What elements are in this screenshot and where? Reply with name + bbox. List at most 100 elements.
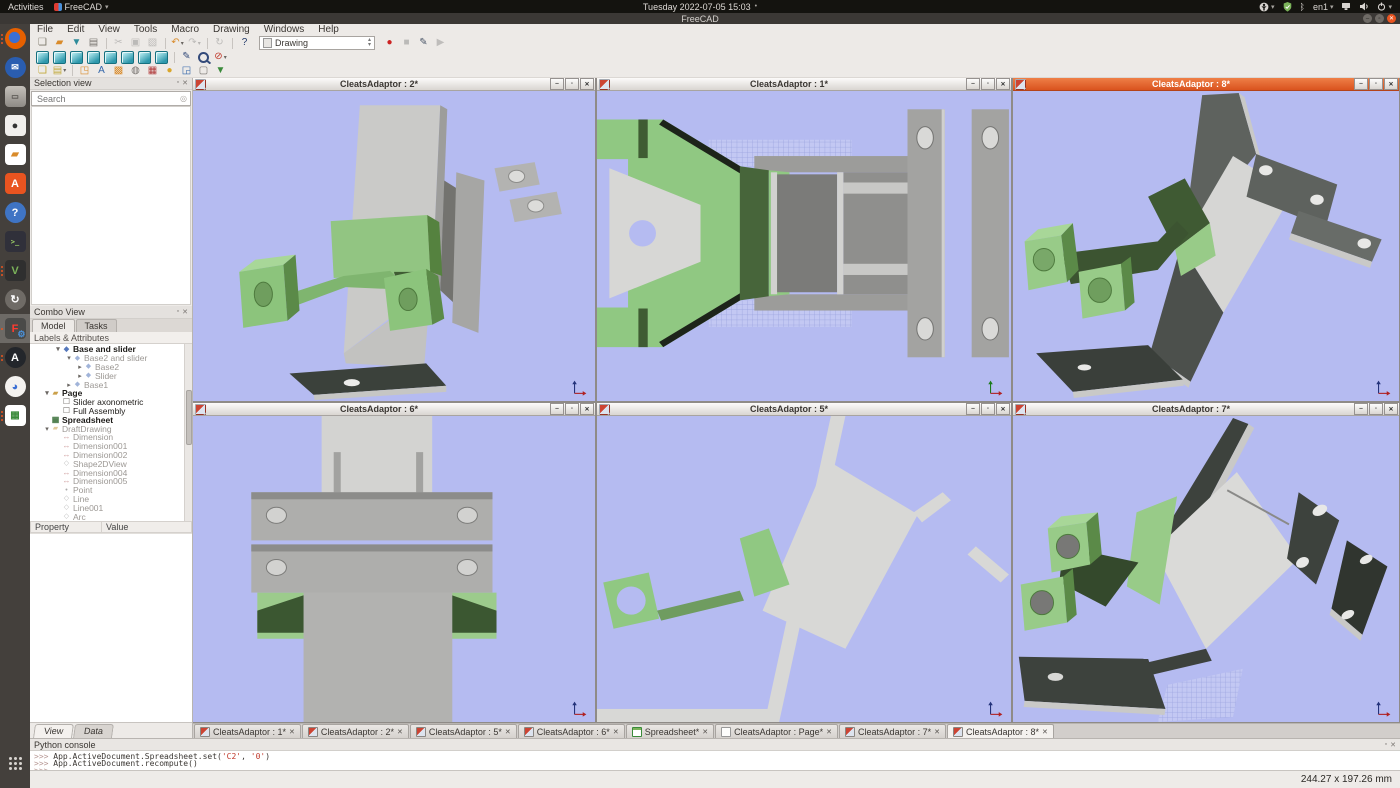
dock-firefox[interactable] (0, 24, 30, 53)
new-drawing-page-button[interactable]: ❏ (35, 64, 50, 77)
print-button[interactable]: ▤ (86, 37, 101, 50)
dock-terminal[interactable]: >_ (0, 227, 30, 256)
float-panel-icon[interactable]: ▫ (1385, 741, 1387, 749)
tree-item-15[interactable]: Dimension005 (30, 477, 192, 486)
expander-icon[interactable] (65, 354, 73, 362)
mdi-minimize-button[interactable]: ‒ (550, 403, 564, 415)
3d-viewport[interactable] (1013, 91, 1399, 401)
property-editor[interactable] (30, 533, 192, 722)
menu-edit[interactable]: Edit (60, 24, 91, 36)
menu-windows[interactable]: Windows (257, 24, 312, 36)
mdi-tab-cleatsadaptor-5[interactable]: CleatsAdaptor : 5* (410, 724, 517, 739)
selection-view-header[interactable]: Selection view ▫✕ (30, 77, 192, 90)
mdi-tab-cleatsadaptor-7[interactable]: CleatsAdaptor : 7* (839, 724, 946, 739)
menu-tools[interactable]: Tools (127, 24, 164, 36)
mdi-tab-cleatsadaptor-2[interactable]: CleatsAdaptor : 2* (302, 724, 409, 739)
dock-libreoffice-calc[interactable]: ▦ (0, 401, 30, 430)
tab-view[interactable]: View (33, 724, 74, 738)
mdi-close-button[interactable]: ✕ (580, 403, 594, 415)
tab-tasks[interactable]: Tasks (76, 319, 117, 332)
left-view-button[interactable] (154, 51, 169, 64)
bottom-view-button[interactable] (137, 51, 152, 64)
dock-freecad[interactable]: F (0, 314, 30, 343)
tree-item-18[interactable]: Line001 (30, 503, 192, 512)
mdi-restore-button[interactable]: ▫ (565, 78, 579, 90)
app-indicator[interactable]: FreeCAD ▾ (54, 2, 109, 12)
paste-button[interactable]: ▧ (145, 37, 160, 50)
mdi-minimize-button[interactable]: ‒ (1354, 78, 1368, 90)
toolbar-separator[interactable] (229, 37, 235, 50)
mdi-tab-spreadsheet[interactable]: Spreadsheet* (626, 724, 714, 739)
float-panel-icon[interactable]: ▫ (177, 79, 179, 87)
insert-annotation-button[interactable]: A (94, 64, 109, 77)
mdi-minimize-button[interactable]: ‒ (550, 78, 564, 90)
accessibility-menu-icon[interactable]: ▾ (1259, 2, 1275, 12)
mdi-restore-button[interactable]: ▫ (981, 403, 995, 415)
dock-ubuntu-software[interactable]: A (0, 169, 30, 198)
macro-debug-button[interactable]: ▶ (433, 37, 448, 50)
macro-stop-button[interactable]: ■ (399, 37, 414, 50)
dock-thunderbird[interactable]: ✉ (0, 53, 30, 82)
scrollbar-thumb[interactable] (186, 390, 192, 445)
tree-scrollbar[interactable] (184, 344, 192, 521)
tree-item-19[interactable]: Arc (30, 512, 192, 521)
expander-icon[interactable] (76, 372, 84, 380)
dock-media-player[interactable]: ● (0, 111, 30, 140)
new-document-button[interactable]: ❏ (35, 37, 50, 50)
tab-close-icon[interactable] (702, 728, 708, 736)
copy-button[interactable]: ▣ (128, 37, 143, 50)
mdi-close-button[interactable]: ✕ (580, 78, 594, 90)
cut-button[interactable]: ✂ (111, 37, 126, 50)
clear-search-icon[interactable]: ◎ (180, 94, 187, 103)
close-panel-icon[interactable]: ✕ (182, 79, 188, 87)
mdi-titlebar-active[interactable]: CleatsAdaptor : 8* ‒ ▫ ✕ (1013, 78, 1399, 91)
python-console-header[interactable]: Python console ▫✕ (30, 739, 1400, 751)
tab-close-icon[interactable] (397, 728, 403, 736)
close-button[interactable]: ✕ (1387, 14, 1396, 23)
3d-viewport[interactable] (597, 91, 1011, 401)
power-menu-icon[interactable]: ▾ (1377, 2, 1392, 11)
tab-close-icon[interactable] (934, 728, 940, 736)
mdi-restore-button[interactable]: ▫ (1369, 403, 1383, 415)
mdi-minimize-button[interactable]: ‒ (966, 78, 980, 90)
minimize-button[interactable]: ‒ (1363, 14, 1372, 23)
expander-icon[interactable] (76, 363, 84, 371)
projection-button[interactable]: ◲ (179, 64, 194, 77)
dock-app-a[interactable]: A (0, 343, 30, 372)
insert-symbol-button[interactable]: ◍ (128, 64, 143, 77)
measure-distance-button[interactable]: ✎ (179, 51, 194, 64)
insert-view-button[interactable]: ◳ (77, 64, 92, 77)
mdi-restore-button[interactable]: ▫ (981, 78, 995, 90)
tab-close-icon[interactable] (826, 728, 832, 736)
dock-help[interactable]: ? (0, 198, 30, 227)
whats-this-button[interactable]: ? (237, 37, 252, 50)
mdi-tab-cleatsadaptor-8[interactable]: CleatsAdaptor : 8* (947, 724, 1054, 739)
mdi-minimize-button[interactable]: ‒ (1354, 403, 1368, 415)
expander-icon[interactable] (65, 381, 73, 389)
window-titlebar[interactable]: FreeCAD ‒ ▫ ✕ (0, 13, 1400, 24)
bluetooth-icon[interactable]: ᛒ (1300, 2, 1305, 12)
toolbar-separator[interactable] (171, 51, 177, 64)
activities-button[interactable]: Activities (8, 2, 44, 12)
toolbar-separator[interactable] (162, 37, 168, 50)
tree-item-17[interactable]: Line (30, 495, 192, 504)
mdi-restore-button[interactable]: ▫ (1369, 78, 1383, 90)
mdi-titlebar[interactable]: CleatsAdaptor : 7* ‒ ▫ ✕ (1013, 403, 1399, 416)
save-document-button[interactable]: ▼ (69, 37, 84, 50)
tree-item-16[interactable]: Point (30, 486, 192, 495)
open-document-button[interactable]: ▰ (52, 37, 67, 50)
selection-list[interactable] (31, 106, 191, 305)
tree-item-3[interactable]: Slider (30, 371, 192, 380)
toolbar-separator[interactable] (204, 37, 210, 50)
mdi-tab-cleatsadaptor-1[interactable]: CleatsAdaptor : 1* (194, 724, 301, 739)
combo-view-header[interactable]: Combo View ▫✕ (30, 306, 192, 319)
3d-viewport[interactable] (597, 416, 1011, 722)
macro-edit-button[interactable]: ✎ (416, 37, 431, 50)
toolbar-separator[interactable] (69, 64, 75, 77)
menu-file[interactable]: File (30, 24, 60, 36)
dock-gvim[interactable]: V (0, 256, 30, 285)
top-view-button[interactable] (86, 51, 101, 64)
mdi-close-button[interactable]: ✕ (1384, 78, 1398, 90)
3d-viewport[interactable] (193, 416, 595, 722)
volume-icon[interactable] (1359, 2, 1369, 11)
